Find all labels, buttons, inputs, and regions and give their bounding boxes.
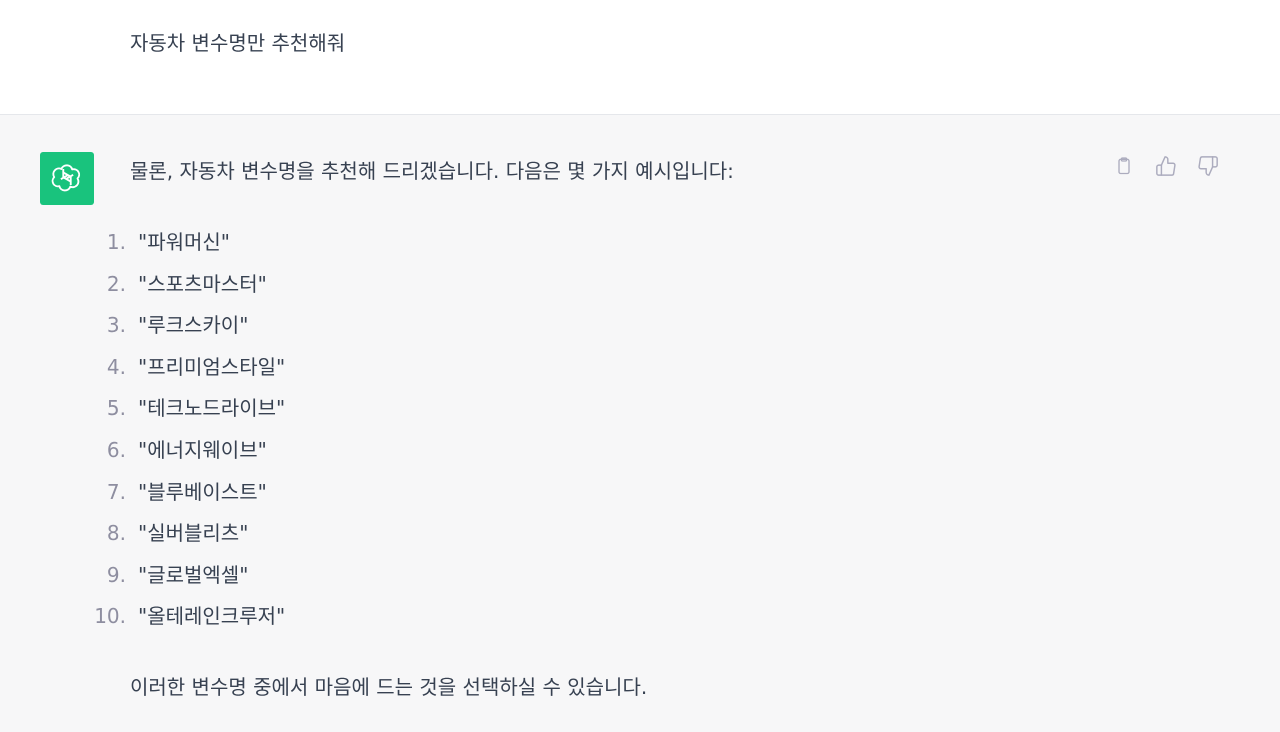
list-item-text: "루크스카이": [138, 313, 249, 338]
thumbs-up-icon: [1155, 155, 1177, 181]
list-item-text: "프리미엄스타일": [138, 354, 286, 379]
list-item-number: 9.: [106, 562, 126, 587]
list-item: 8. "실버블리츠": [0, 517, 800, 559]
list-item-number: 6.: [106, 437, 126, 462]
list-item: 2. "스포츠마스터": [0, 268, 800, 310]
list-item-number: 7.: [106, 479, 126, 504]
list-item-text: "실버블리츠": [138, 521, 249, 546]
clipboard-icon: [1114, 155, 1134, 181]
list-item-text: "에너지웨이브": [138, 437, 267, 462]
list-item-number: 4.: [106, 354, 126, 379]
list-item-text: "올테레인크루저": [138, 604, 286, 629]
list-item-text: "글로벌엑셀": [138, 562, 249, 587]
list-item-number: 8.: [106, 521, 126, 546]
list-item: 10. "올테레인크루저": [0, 600, 800, 642]
openai-logo-icon: [51, 161, 83, 197]
thumbs-down-icon: [1197, 155, 1219, 181]
assistant-outro-text: 이러한 변수명 중에서 마음에 드는 것을 선택하실 수 있습니다.: [130, 675, 648, 699]
list-item-number: 1.: [106, 230, 126, 254]
user-message-text: 자동차 변수명만 추천해줘: [130, 31, 346, 55]
list-item-number: 5.: [106, 396, 126, 421]
message-actions: [1112, 155, 1220, 181]
list-item: 5. "테크노드라이브": [0, 392, 800, 434]
list-item: 3. "루크스카이": [0, 309, 800, 351]
list-item-number: 3.: [106, 313, 126, 338]
recommendation-list: 1. "파워머신" 2. "스포츠마스터" 3. "루크스카이" 4. "프리미…: [0, 226, 800, 642]
list-item-text: "스포츠마스터": [138, 271, 267, 296]
user-message: 자동차 변수명만 추천해줘: [0, 0, 1280, 115]
list-item-number: 10.: [94, 604, 126, 629]
assistant-intro-text: 물론, 자동차 변수명을 추천해 드리겠습니다. 다음은 몇 가지 예시입니다:: [130, 159, 734, 183]
assistant-message: 물론, 자동차 변수명을 추천해 드리겠습니다. 다음은 몇 가지 예시입니다:: [0, 115, 1280, 732]
list-item: 9. "글로벌엑셀": [0, 559, 800, 601]
list-item-text: "테크노드라이브": [138, 396, 286, 421]
list-item-number: 2.: [106, 271, 126, 296]
assistant-avatar: [40, 152, 94, 205]
list-item: 4. "프리미엄스타일": [0, 351, 800, 393]
list-item-text: "파워머신": [138, 230, 230, 254]
thumbs-up-button[interactable]: [1154, 155, 1178, 181]
list-item: 7. "블루베이스트": [0, 476, 800, 518]
list-item: 6. "에너지웨이브": [0, 434, 800, 476]
thumbs-down-button[interactable]: [1196, 155, 1220, 181]
list-item: 1. "파워머신": [0, 226, 800, 268]
list-item-text: "블루베이스트": [138, 479, 267, 504]
copy-button[interactable]: [1112, 155, 1136, 181]
